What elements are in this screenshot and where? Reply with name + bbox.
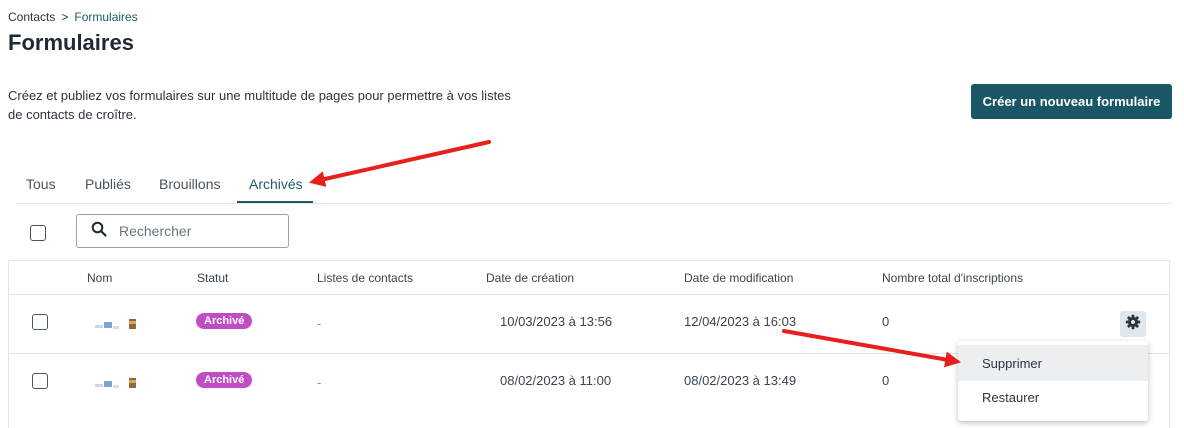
- row-actions-button[interactable]: [1120, 311, 1146, 337]
- contact-lists-cell: -: [317, 316, 322, 331]
- create-form-button[interactable]: Créer un nouveau formulaire: [971, 84, 1172, 119]
- select-all-checkbox[interactable]: [30, 225, 46, 241]
- column-header-status[interactable]: Statut: [197, 271, 228, 285]
- search-box[interactable]: [76, 214, 289, 248]
- modified-date-cell: 08/02/2023 à 13:49: [684, 373, 797, 388]
- form-thumbnail[interactable]: [95, 319, 136, 331]
- modified-date-cell: 12/04/2023 à 16:03: [684, 314, 797, 329]
- row-checkbox[interactable]: [32, 314, 48, 330]
- breadcrumb-separator: >: [61, 10, 69, 24]
- description-line-2: de contacts de croître.: [8, 107, 137, 122]
- form-thumbnail[interactable]: [95, 378, 136, 390]
- gear-icon: [1125, 314, 1141, 335]
- subscriptions-cell: 0: [882, 373, 890, 388]
- page-description: Créez et publiez vos formulaires sur une…: [8, 86, 528, 124]
- created-date-cell: 08/02/2023 à 11:00: [500, 373, 612, 388]
- description-line-1: Créez et publiez vos formulaires sur une…: [8, 88, 511, 103]
- search-input[interactable]: [119, 223, 269, 239]
- subscriptions-cell: 0: [882, 314, 890, 329]
- tab-drafts[interactable]: Brouillons: [159, 176, 220, 192]
- column-header-lists[interactable]: Listes de contacts: [317, 271, 413, 285]
- status-tabs: Tous Publiés Brouillons Archivés: [16, 166, 1172, 204]
- column-header-modified[interactable]: Date de modification: [684, 271, 793, 285]
- column-header-subscriptions[interactable]: Nombre total d'inscriptions: [882, 271, 1023, 285]
- breadcrumb-contacts[interactable]: Contacts: [8, 10, 55, 24]
- status-badge: Archivé: [196, 313, 253, 329]
- menu-item-delete[interactable]: Supprimer: [958, 345, 1148, 381]
- column-header-name[interactable]: Nom: [87, 271, 112, 285]
- row-actions-menu: Supprimer Restaurer: [958, 341, 1148, 421]
- column-header-created[interactable]: Date de création: [486, 271, 574, 285]
- row-checkbox[interactable]: [32, 373, 48, 389]
- contact-lists-cell: -: [317, 375, 322, 390]
- breadcrumb: Contacts > Formulaires: [8, 10, 138, 24]
- search-icon: [91, 221, 107, 242]
- active-tab-indicator: [237, 201, 313, 203]
- page-title: Formulaires: [8, 30, 134, 55]
- breadcrumb-current[interactable]: Formulaires: [74, 10, 137, 24]
- tab-published[interactable]: Publiés: [85, 176, 131, 192]
- status-badge: Archivé: [196, 372, 253, 388]
- created-date-cell: 10/03/2023 à 13:56: [500, 314, 613, 329]
- menu-item-restore[interactable]: Restaurer: [958, 379, 1148, 415]
- tab-archived[interactable]: Archivés: [249, 176, 303, 192]
- tab-all[interactable]: Tous: [26, 176, 56, 192]
